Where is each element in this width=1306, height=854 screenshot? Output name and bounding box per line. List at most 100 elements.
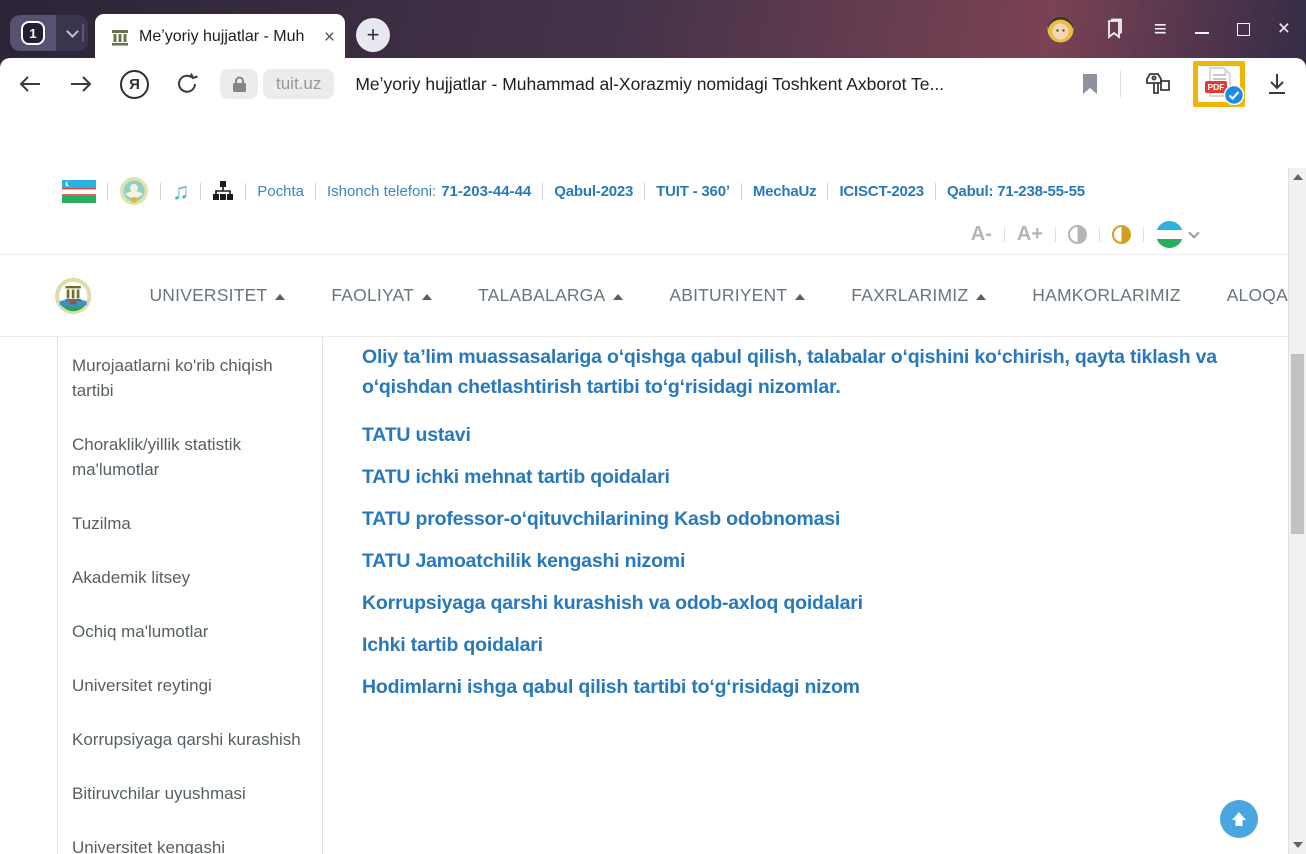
accessibility-bar: A- A+ [0,214,1288,254]
mail-link[interactable]: Pochta [257,183,304,200]
page-scrollbar[interactable] [1288,168,1306,854]
site-favicon-building-icon [112,30,128,46]
tab-close-icon[interactable]: × [324,28,335,47]
caret-up-icon [422,293,433,300]
sitemap-icon[interactable] [212,180,234,202]
scrollbar-down-arrow[interactable] [1293,842,1303,848]
lock-icon [232,76,246,92]
nav-menu: UNIVERSITET FAOLIYAT TALABALARGA ABITURI… [149,285,1288,306]
svg-text:PDF: PDF [1208,82,1225,92]
site-security-lock[interactable] [220,69,258,99]
nav-item[interactable]: UNIVERSITET [149,285,286,306]
chevron-down-icon[interactable] [1188,226,1200,239]
toolbar-separator [1120,71,1121,97]
sidebar-item[interactable]: Murojaatlarni ko'rib chiqish tartibi [72,338,308,417]
collections-icon[interactable] [1102,17,1126,41]
state-emblem-icon[interactable] [119,176,149,206]
divider [1003,226,1005,242]
nav-item[interactable]: ABITURIYENT [669,285,806,306]
contrast-toggle-icon[interactable] [1068,224,1087,244]
sidebar-item[interactable]: Tuzilma [72,496,308,550]
trust-phone-label: Ishonch telefoni: [326,182,437,200]
university-logo[interactable] [55,265,92,327]
reload-icon[interactable] [176,72,200,96]
anthem-music-icon[interactable]: ♫ [172,179,189,203]
sidebar-item[interactable]: Choraklik/yillik statistik ma'lumotlar [72,417,308,496]
sidebar-item[interactable]: Korrupsiyaga qarshi kurashish [72,712,308,766]
sidebar-item[interactable]: Bitiruvchilar uyushmasi [72,766,308,820]
quick-links: Qabul-2023 TUIT - 360ʼ MechaUz ICISCT-20… [531,182,1085,200]
new-tab-button[interactable]: + [356,18,390,52]
back-icon[interactable] [18,74,42,94]
nav-item[interactable]: FAXRLARIMIZ [851,285,987,306]
document-link[interactable]: TATU ichki mehnat tartib qoidalari [362,462,1262,492]
window-close-button[interactable]: × [1278,17,1290,41]
arrow-up-icon [1232,812,1246,826]
maximize-button[interactable] [1236,22,1250,36]
tab-counter[interactable]: 1 [10,15,56,51]
font-increase-button[interactable]: A+ [1017,223,1043,246]
contrast-toggle-gold-icon[interactable] [1112,224,1131,244]
document-heading-link[interactable]: Oliy taʼlim muassasalariga oʻqishga qabu… [362,342,1244,402]
sidebar-item[interactable]: Universitet reytingi [72,658,308,712]
check-badge-icon [1224,85,1244,105]
language-selector-flag-icon[interactable] [1156,220,1183,248]
scroll-to-top-button[interactable] [1220,800,1258,838]
nav-item[interactable]: ALOQA [1227,285,1288,306]
sidebar-item[interactable]: Ochiq ma'lumotlar [72,604,308,658]
divider [827,182,829,200]
tab-counter-badge: 1 [21,21,45,45]
titlebar-separator [82,24,84,42]
nav-item[interactable]: TALABALARGA [478,285,624,306]
divider [107,182,108,200]
quick-link[interactable]: MechaUz [753,183,817,200]
menu-icon[interactable]: ≡ [1154,16,1167,42]
minimize-button[interactable] [1194,32,1209,34]
uzbekistan-flag-icon[interactable] [62,179,96,203]
browser-tab[interactable]: Meʼyoriy hujjatlar - Muh × [95,14,345,60]
divider [245,182,247,200]
nav-item[interactable]: FAOLIYAT [331,285,433,306]
document-link[interactable]: Hodimlarni ishga qabul qilish tartibi to… [362,672,1262,702]
pdf-extension-button-highlighted[interactable]: PDF [1193,61,1245,107]
document-link[interactable]: TATU professor-oʻqituvchilarining Kasb o… [362,504,1262,534]
sidebar-item[interactable]: Universitet kengashi [72,820,308,854]
caret-up-icon [275,293,286,300]
quick-link[interactable]: Qabul-2023 [554,183,633,200]
yandex-icon[interactable]: Я [120,69,149,99]
tab-group-control[interactable]: 1 [10,15,88,51]
sidebar-menu: Murojaatlarni ko'rib chiqish tartibi Cho… [57,336,323,854]
divider [542,182,544,200]
bookmark-icon[interactable] [1081,73,1099,95]
forward-icon[interactable] [69,74,93,94]
divider [314,182,316,200]
document-link[interactable]: Korrupsiyaga qarshi kurashish va odob-ax… [362,588,1262,618]
document-link[interactable]: Ichki tartib qoidalari [362,630,1262,660]
divider [740,182,742,200]
caret-up-icon [976,293,987,300]
divider [160,182,161,200]
divider [1055,226,1056,242]
divider [1099,226,1100,242]
scrollbar-up-arrow[interactable] [1293,174,1303,180]
document-link[interactable]: TATU Jamoatchilik kengashi nizomi [362,546,1262,576]
sidebar-item[interactable]: Akademik litsey [72,550,308,604]
caret-up-icon [613,293,624,300]
document-link[interactable]: TATU ustavi [362,420,1262,450]
divider [1143,226,1144,242]
profile-avatar[interactable] [1047,16,1074,43]
quick-link[interactable]: Qabul: 71-238-55-55 [947,183,1085,200]
omnibox-page-title[interactable]: Meʼyoriy hujjatlar - Muhammad al-Xorazmi… [355,74,1055,95]
divider [644,182,646,200]
font-decrease-button[interactable]: A- [971,223,992,246]
quick-link[interactable]: TUIT - 360ʼ [656,183,730,200]
nav-item[interactable]: HAMKORLARIMIZ [1032,285,1180,306]
trust-phone-number[interactable]: 71-203-44-44 [441,183,531,200]
browser-toolbar: Я tuit.uz Meʼyoriy hujjatlar - Muhammad … [0,58,1306,110]
download-icon[interactable] [1266,72,1288,96]
url-host-chip[interactable]: tuit.uz [263,69,335,99]
quick-link[interactable]: ICISCT-2023 [839,183,924,200]
scrollbar-thumb[interactable] [1291,354,1304,534]
browser-window: 1 Meʼyoriy hujjatlar - Muh × + ≡ × Я tui… [0,0,1306,854]
side-panel-icon[interactable] [1142,71,1172,97]
